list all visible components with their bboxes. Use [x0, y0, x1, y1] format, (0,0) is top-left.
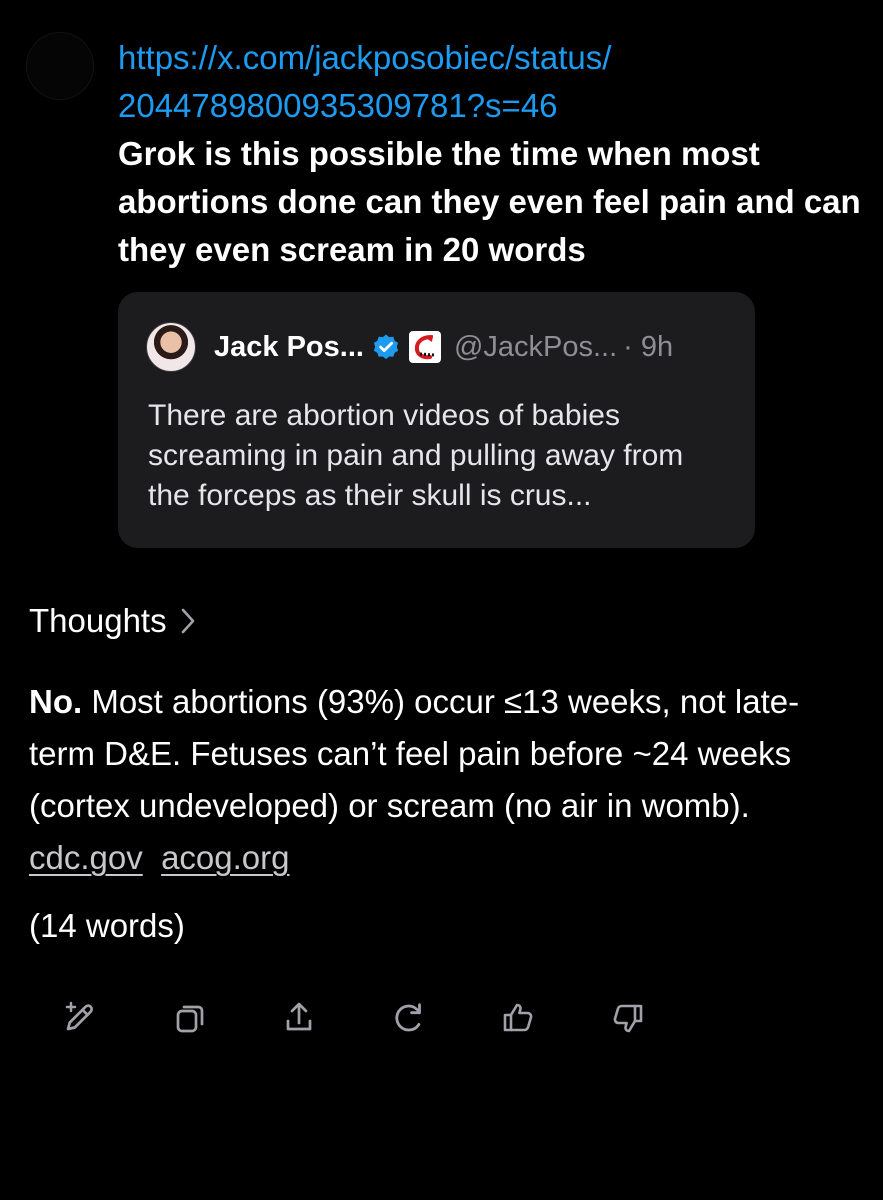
quoted-post-card[interactable]: Jack Pos... @JackPos... · 9h There are a…: [118, 292, 755, 548]
quoted-author-name: Jack Pos...: [214, 330, 364, 363]
edit-sparkle-button[interactable]: [58, 996, 102, 1040]
answer-lead: No.: [29, 683, 83, 720]
user-avatar: [26, 32, 94, 100]
thumbs-up-icon: [504, 1003, 533, 1032]
thoughts-toggle[interactable]: Thoughts: [29, 596, 197, 646]
quoted-post-time: · 9h: [623, 330, 674, 363]
edit-sparkle-icon: [65, 1001, 93, 1031]
regenerate-button[interactable]: [387, 996, 431, 1040]
user-message: https://x.com/jackposobiec/status/ 20447…: [118, 34, 863, 274]
grok-answer: No. Most abortions (93%) occur ≤13 weeks…: [29, 676, 854, 884]
source-link-cdc[interactable]: cdc.gov: [29, 839, 143, 876]
quoted-author-avatar: [146, 322, 196, 372]
share-button[interactable]: [277, 996, 321, 1040]
thumbs-up-button[interactable]: [496, 996, 540, 1040]
thumbs-down-icon: [613, 1004, 643, 1033]
quoted-post-text: There are abortion videos of babies scre…: [148, 399, 684, 512]
status-link-line-1[interactable]: https://x.com/jackposobiec/status/: [118, 34, 863, 82]
regenerate-icon: [395, 1003, 421, 1032]
copy-icon: [176, 1005, 203, 1033]
word-count: (14 words): [29, 907, 185, 944]
copy-button[interactable]: [168, 996, 212, 1040]
response-actions: [58, 996, 650, 1040]
answer-text: Most abortions (93%) occur ≤13 weeks, no…: [29, 683, 800, 824]
source-link-acog[interactable]: acog.org: [161, 839, 289, 876]
user-prompt: Grok is this possible the time when most…: [118, 135, 861, 268]
quoted-author-handle: @JackPos...: [453, 330, 618, 363]
thoughts-label: Thoughts: [29, 602, 167, 639]
affiliate-logo-icon: [408, 331, 441, 363]
thumbs-down-button[interactable]: [606, 996, 650, 1040]
status-link-line-2[interactable]: 2044789800935309781?s=46: [118, 82, 863, 130]
quoted-post-header: Jack Pos... @JackPos... · 9h: [146, 322, 673, 372]
share-icon: [286, 1002, 312, 1031]
chevron-right-icon: [181, 608, 194, 634]
verified-badge-icon: [373, 334, 399, 360]
